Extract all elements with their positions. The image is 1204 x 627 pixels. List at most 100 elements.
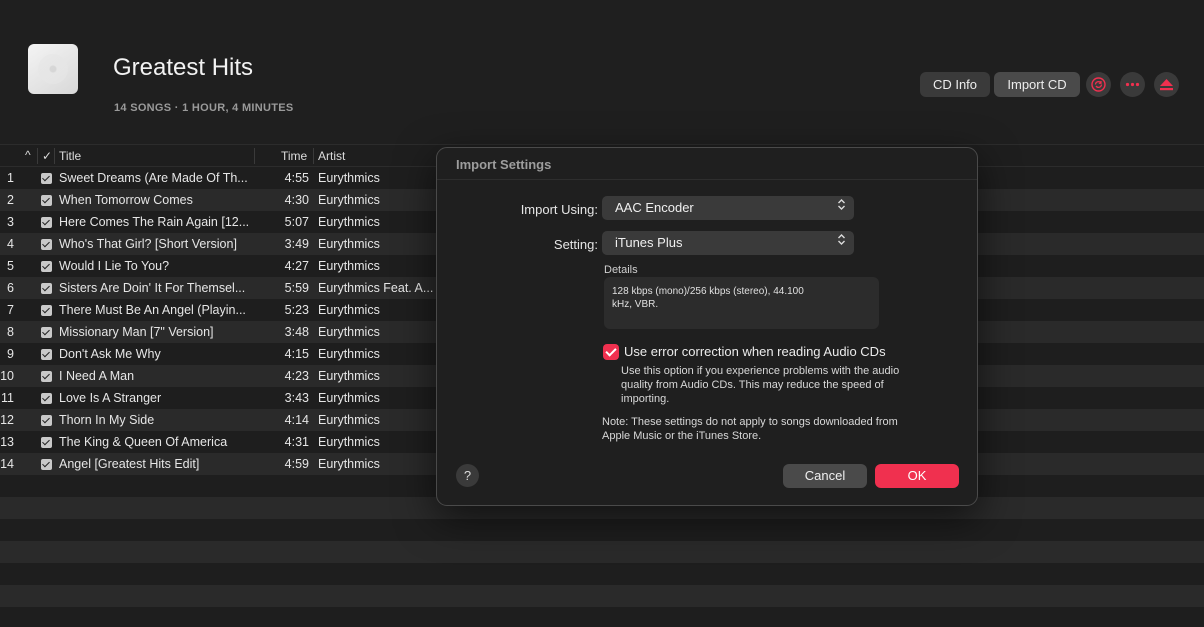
track-checkbox[interactable] <box>41 195 52 206</box>
track-time: 4:30 <box>284 193 309 207</box>
track-checkbox[interactable] <box>41 437 52 448</box>
track-artist: Eurythmics <box>318 237 380 251</box>
eject-icon <box>1160 79 1173 91</box>
track-number: 8 <box>7 325 14 339</box>
album-meta: 14 SONGS · 1 HOUR, 4 MINUTES <box>114 102 294 114</box>
track-title: Angel [Greatest Hits Edit] <box>59 457 200 471</box>
cd-icon <box>28 44 78 94</box>
track-artist: Eurythmics <box>318 215 380 229</box>
track-checkbox[interactable] <box>41 305 52 316</box>
help-button[interactable]: ? <box>456 464 479 487</box>
more-button[interactable] <box>1120 72 1145 97</box>
track-artist: Eurythmics <box>318 391 380 405</box>
track-number: 9 <box>7 347 14 361</box>
details-label: Details <box>604 264 638 276</box>
track-title: There Must Be An Angel (Playin... <box>59 303 246 317</box>
import-using-select[interactable]: AAC Encoder <box>602 196 854 220</box>
sync-button[interactable] <box>1086 72 1111 97</box>
track-title: I Need A Man <box>59 369 135 383</box>
track-artist: Eurythmics <box>318 457 380 471</box>
import-using-label: Import Using: <box>520 202 598 217</box>
track-title: Sisters Are Doin' It For Themsel... <box>59 281 246 295</box>
import-settings-dialog: Import Settings Import Using: AAC Encode… <box>436 147 978 506</box>
track-time: 3:43 <box>284 391 309 405</box>
track-checkbox[interactable] <box>41 327 52 338</box>
sort-indicator-icon[interactable]: ^ <box>25 148 31 162</box>
track-number: 5 <box>7 259 14 273</box>
album-header: Greatest Hits 14 SONGS · 1 HOUR, 4 MINUT… <box>0 0 1204 144</box>
track-checkbox[interactable] <box>41 173 52 184</box>
track-number: 6 <box>7 281 14 295</box>
track-artist: Eurythmics <box>318 325 380 339</box>
details-box: 128 kbps (mono)/256 kbps (stereo), 44.10… <box>604 277 879 329</box>
column-header-check[interactable]: ✓ <box>42 149 52 163</box>
empty-row <box>0 585 1204 607</box>
setting-value: iTunes Plus <box>615 235 683 250</box>
track-number: 14 <box>0 457 14 471</box>
track-title: When Tomorrow Comes <box>59 193 193 207</box>
track-checkbox[interactable] <box>41 459 52 470</box>
track-checkbox[interactable] <box>41 283 52 294</box>
track-time: 4:59 <box>284 457 309 471</box>
track-title: Here Comes The Rain Again [12... <box>59 215 249 229</box>
track-checkbox[interactable] <box>41 217 52 228</box>
error-correction-label[interactable]: Use error correction when reading Audio … <box>624 344 886 359</box>
track-time: 5:07 <box>284 215 309 229</box>
track-checkbox[interactable] <box>41 261 52 272</box>
track-number: 7 <box>7 303 14 317</box>
track-number: 1 <box>7 171 14 185</box>
track-checkbox[interactable] <box>41 393 52 404</box>
cancel-button[interactable]: Cancel <box>783 464 867 488</box>
details-text-line2: kHz, VBR. <box>612 299 659 310</box>
track-number: 12 <box>0 413 14 427</box>
track-time: 4:23 <box>284 369 309 383</box>
import-cd-button[interactable]: Import CD <box>994 72 1080 97</box>
import-using-value: AAC Encoder <box>615 200 694 215</box>
track-number: 13 <box>0 435 14 449</box>
empty-row <box>0 541 1204 563</box>
track-time: 4:14 <box>284 413 309 427</box>
empty-row <box>0 519 1204 541</box>
details-text-line1: 128 kbps (mono)/256 kbps (stereo), 44.10… <box>612 286 804 297</box>
empty-row <box>0 563 1204 585</box>
column-header-title[interactable]: Title <box>59 149 81 163</box>
ellipsis-icon <box>1125 82 1140 87</box>
track-artist: Eurythmics <box>318 435 380 449</box>
track-artist: Eurythmics <box>318 171 380 185</box>
track-checkbox[interactable] <box>41 349 52 360</box>
eject-button[interactable] <box>1154 72 1179 97</box>
track-number: 11 <box>1 391 14 405</box>
track-time: 3:48 <box>284 325 309 339</box>
settings-note: Note: These settings do not apply to son… <box>602 416 898 442</box>
empty-row <box>0 607 1204 627</box>
track-artist: Eurythmics <box>318 303 380 317</box>
setting-select[interactable]: iTunes Plus <box>602 231 854 255</box>
track-title: Who's That Girl? [Short Version] <box>59 237 237 251</box>
error-correction-checkbox[interactable] <box>603 344 619 360</box>
track-artist: Eurythmics <box>318 259 380 273</box>
track-time: 4:27 <box>284 259 309 273</box>
sync-icon <box>1091 77 1106 92</box>
dialog-title: Import Settings <box>456 157 552 172</box>
track-number: 2 <box>7 193 14 207</box>
track-number: 3 <box>7 215 14 229</box>
cd-info-button[interactable]: CD Info <box>920 72 990 97</box>
track-artist: Eurythmics <box>318 413 380 427</box>
track-title: Sweet Dreams (Are Made Of Th... <box>59 171 248 185</box>
column-header-artist[interactable]: Artist <box>318 149 345 163</box>
track-checkbox[interactable] <box>41 371 52 382</box>
column-header-time[interactable]: Time <box>281 149 307 163</box>
track-number: 10 <box>0 369 14 383</box>
track-time: 4:15 <box>284 347 309 361</box>
track-artist: Eurythmics <box>318 369 380 383</box>
track-title: Would I Lie To You? <box>59 259 170 273</box>
track-checkbox[interactable] <box>41 239 52 250</box>
track-artist: Eurythmics <box>318 193 380 207</box>
track-title: The King & Queen Of America <box>59 435 228 449</box>
up-down-chevron-icon <box>837 196 846 220</box>
track-checkbox[interactable] <box>41 415 52 426</box>
track-time: 5:59 <box>284 281 309 295</box>
track-title: Thorn In My Side <box>59 413 155 427</box>
ok-button[interactable]: OK <box>875 464 959 488</box>
track-time: 4:55 <box>284 171 309 185</box>
